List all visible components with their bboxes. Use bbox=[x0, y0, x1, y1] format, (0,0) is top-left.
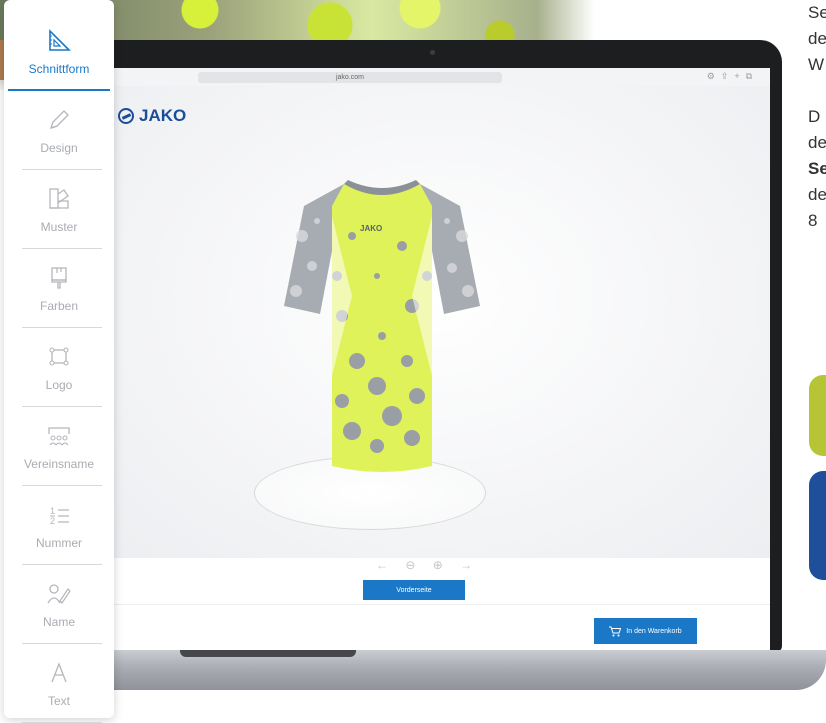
url-bar[interactable]: jako.com bbox=[198, 72, 502, 83]
jersey-chest-text: JAKO bbox=[360, 224, 382, 233]
cart-icon bbox=[609, 626, 622, 636]
svg-text:2: 2 bbox=[50, 516, 55, 526]
sidebar-item-name[interactable]: Name bbox=[8, 565, 110, 644]
text-icon bbox=[51, 661, 67, 682]
article-text: Se de W D de Se de 8 bbox=[808, 0, 826, 234]
article-line: de bbox=[808, 133, 826, 152]
pencil-icon bbox=[49, 109, 69, 129]
team-name-icon bbox=[48, 426, 70, 445]
jako-logo-mark-icon bbox=[118, 108, 134, 124]
swatch-icon bbox=[49, 187, 69, 209]
article-line: de bbox=[808, 185, 826, 204]
sidebar-item-label: Nummer bbox=[35, 535, 82, 550]
logo-frame-icon bbox=[49, 346, 69, 366]
brand-name: JAKO bbox=[139, 106, 187, 125]
sidebar-item-design[interactable]: Design bbox=[8, 91, 110, 170]
blue-card[interactable] bbox=[809, 471, 826, 580]
sidebar-item-vereinsname[interactable]: Vereinsname bbox=[8, 407, 110, 486]
sidebar-item-label: Schnittform bbox=[28, 61, 90, 76]
set-square-icon bbox=[49, 28, 71, 51]
jako-logo[interactable]: JAKO bbox=[118, 106, 186, 126]
laptop-screen: jako.com ⚙⇪+⧉ JAKO ← ⊖ ⊕ → Vorderseite J… bbox=[104, 68, 770, 650]
browser-toolbar: jako.com ⚙⇪+⧉ bbox=[104, 68, 770, 87]
person-pen-icon bbox=[47, 583, 71, 604]
sidebar-item-label: Text bbox=[47, 693, 70, 708]
configurator-sidebar: Schnittform Design Muster Farben Logo Ve… bbox=[4, 0, 114, 723]
number-list-icon: 1 2 bbox=[50, 506, 69, 526]
footer-divider bbox=[104, 604, 770, 605]
add-to-cart-button[interactable]: In den Warenkorb bbox=[594, 618, 697, 644]
article-line: Se bbox=[808, 3, 826, 22]
sidebar-item-nummer[interactable]: 1 2 Nummer bbox=[8, 486, 110, 565]
sidebar-item-text[interactable]: Text bbox=[8, 644, 110, 723]
svg-text:1: 1 bbox=[50, 506, 55, 516]
url-text: jako.com bbox=[335, 74, 364, 81]
camera-dot bbox=[430, 50, 435, 55]
laptop-screen-frame: jako.com ⚙⇪+⧉ JAKO ← ⊖ ⊕ → Vorderseite J… bbox=[92, 40, 782, 652]
laptop-base bbox=[60, 650, 826, 690]
sidebar-item-label: Logo bbox=[45, 377, 73, 392]
browser-action-icons[interactable]: ⚙⇪+⧉ bbox=[707, 71, 758, 82]
sidebar-item-schnittform[interactable]: Schnittform bbox=[8, 12, 110, 91]
sidebar-item-farben[interactable]: Farben bbox=[8, 249, 110, 328]
sidebar-item-label: Design bbox=[40, 140, 78, 155]
sidebar-item-logo[interactable]: Logo bbox=[8, 328, 110, 407]
sidebar-item-muster[interactable]: Muster bbox=[8, 170, 110, 249]
article-line: W bbox=[808, 55, 825, 74]
article-line-bold: Se bbox=[808, 159, 826, 178]
sidebar-item-label: Name bbox=[42, 614, 75, 629]
configurator-canvas: JAKO ← ⊖ ⊕ → Vorderseite bbox=[104, 86, 770, 600]
green-card[interactable] bbox=[809, 375, 826, 456]
article-line: de bbox=[808, 29, 826, 48]
laptop-notch bbox=[180, 650, 356, 657]
front-view-button[interactable]: Vorderseite bbox=[363, 580, 465, 600]
cart-button-label: In den Warenkorb bbox=[626, 627, 682, 635]
rotate-zoom-controls[interactable]: ← ⊖ ⊕ → bbox=[376, 558, 479, 572]
sidebar-item-label: Vereinsname bbox=[23, 456, 95, 471]
article-line: D bbox=[808, 107, 821, 126]
sidebar-item-label: Muster bbox=[40, 219, 78, 234]
article-line bbox=[808, 78, 826, 104]
configurator-menu: Schnittform Design Muster Farben Logo Ve… bbox=[8, 12, 110, 723]
sidebar-item-label: Farben bbox=[39, 298, 79, 313]
jersey-preview[interactable]: JAKO bbox=[282, 176, 482, 476]
paint-brush-icon bbox=[51, 266, 67, 289]
article-line: 8 bbox=[808, 211, 818, 230]
